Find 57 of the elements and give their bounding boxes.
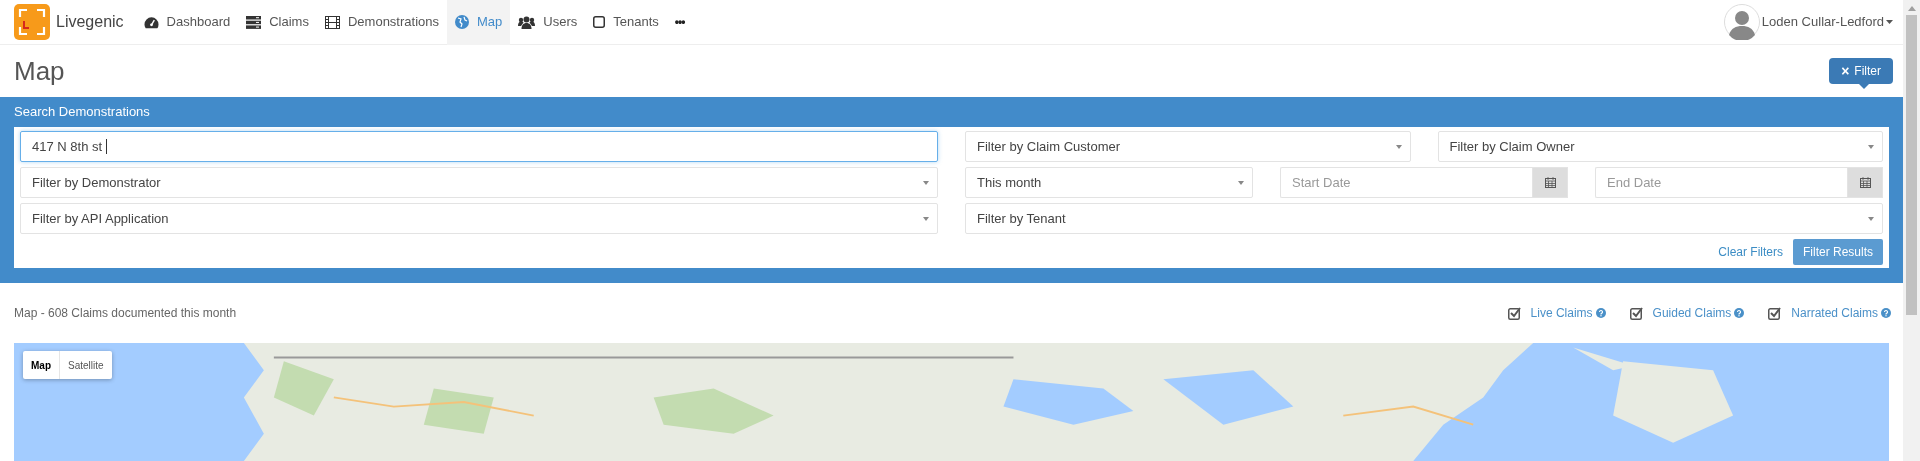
start-date-field[interactable]: Start Date <box>1280 167 1532 198</box>
dropdown-caret-icon <box>923 180 929 185</box>
claim-type-link[interactable]: Live Claims <box>1530 304 1606 322</box>
panel-title: Search Demonstrations <box>14 103 151 122</box>
close-icon: × <box>1841 64 1850 78</box>
help-icon[interactable] <box>1734 308 1745 318</box>
dropdown-caret-icon <box>1395 144 1402 149</box>
clear-filters-link[interactable]: Clear Filters <box>1718 243 1783 261</box>
calendar-button[interactable] <box>1847 167 1883 198</box>
demonstrator-select[interactable]: Filter by Demonstrator <box>20 167 938 198</box>
calendar-icon <box>1859 177 1871 188</box>
list-icon <box>246 15 262 29</box>
nav-tab[interactable]: Demonstrations <box>316 0 447 45</box>
map-caption: Map - 608 Claims documented this month <box>14 305 237 322</box>
period-select[interactable]: This month <box>965 167 1253 198</box>
brand-name[interactable]: Livegenic <box>56 10 124 34</box>
help-icon[interactable] <box>1881 308 1891 318</box>
nav-tab[interactable]: Claims <box>238 0 317 45</box>
globe-icon <box>455 15 469 29</box>
address-field[interactable]: 417 N 8th st <box>20 131 938 162</box>
checkbox[interactable] <box>1768 306 1782 320</box>
nav-tab[interactable]: Dashboard <box>135 0 239 45</box>
film-icon <box>324 15 340 29</box>
dashboard-gauge-icon <box>143 15 159 29</box>
scroll-up-icon[interactable] <box>1907 6 1916 11</box>
scrollbar[interactable] <box>1903 0 1920 461</box>
page-title: Map <box>14 54 65 88</box>
tenant-select[interactable]: Filter by Tenant <box>965 203 1883 234</box>
claim-owner-select[interactable]: Filter by Claim Owner <box>1437 131 1883 162</box>
logo-icon <box>14 4 50 40</box>
map-type-button[interactable]: Satellite <box>59 351 112 379</box>
caret-icon <box>1886 20 1893 24</box>
help-icon[interactable] <box>1595 308 1606 318</box>
calendar-icon <box>1544 177 1556 188</box>
filter-button[interactable]: × Filter <box>1829 58 1893 84</box>
claim-type-link[interactable]: Guided Claims <box>1652 304 1745 322</box>
square-icon <box>593 16 606 28</box>
checkbox[interactable] <box>1629 306 1643 320</box>
avatar-icon[interactable] <box>1723 4 1760 40</box>
api-application-select[interactable]: Filter by API Application <box>20 203 938 234</box>
nav-tab[interactable]: Users <box>510 0 586 45</box>
claim-customer-select[interactable]: Filter by Claim Customer <box>965 131 1411 162</box>
checkbox[interactable] <box>1507 306 1521 320</box>
user-menu[interactable]: Loden Cullar-Ledford <box>1761 12 1893 32</box>
scrollbar-thumb[interactable] <box>1906 15 1917 315</box>
pointer-icon <box>1859 84 1870 89</box>
claim-type-link[interactable]: Narrated Claims <box>1791 304 1891 322</box>
users-icon <box>518 15 536 29</box>
dropdown-caret-icon <box>1868 144 1874 149</box>
end-date-field[interactable]: End Date <box>1595 167 1847 198</box>
calendar-button[interactable] <box>1532 167 1568 198</box>
dropdown-caret-icon <box>923 216 929 221</box>
dropdown-caret-icon <box>1238 180 1244 185</box>
map-type-button[interactable]: Map <box>23 351 59 379</box>
nav-tab[interactable]: Tenants <box>585 0 667 45</box>
dropdown-caret-icon <box>1868 216 1874 221</box>
more-menu-button[interactable]: ••• <box>674 13 685 31</box>
